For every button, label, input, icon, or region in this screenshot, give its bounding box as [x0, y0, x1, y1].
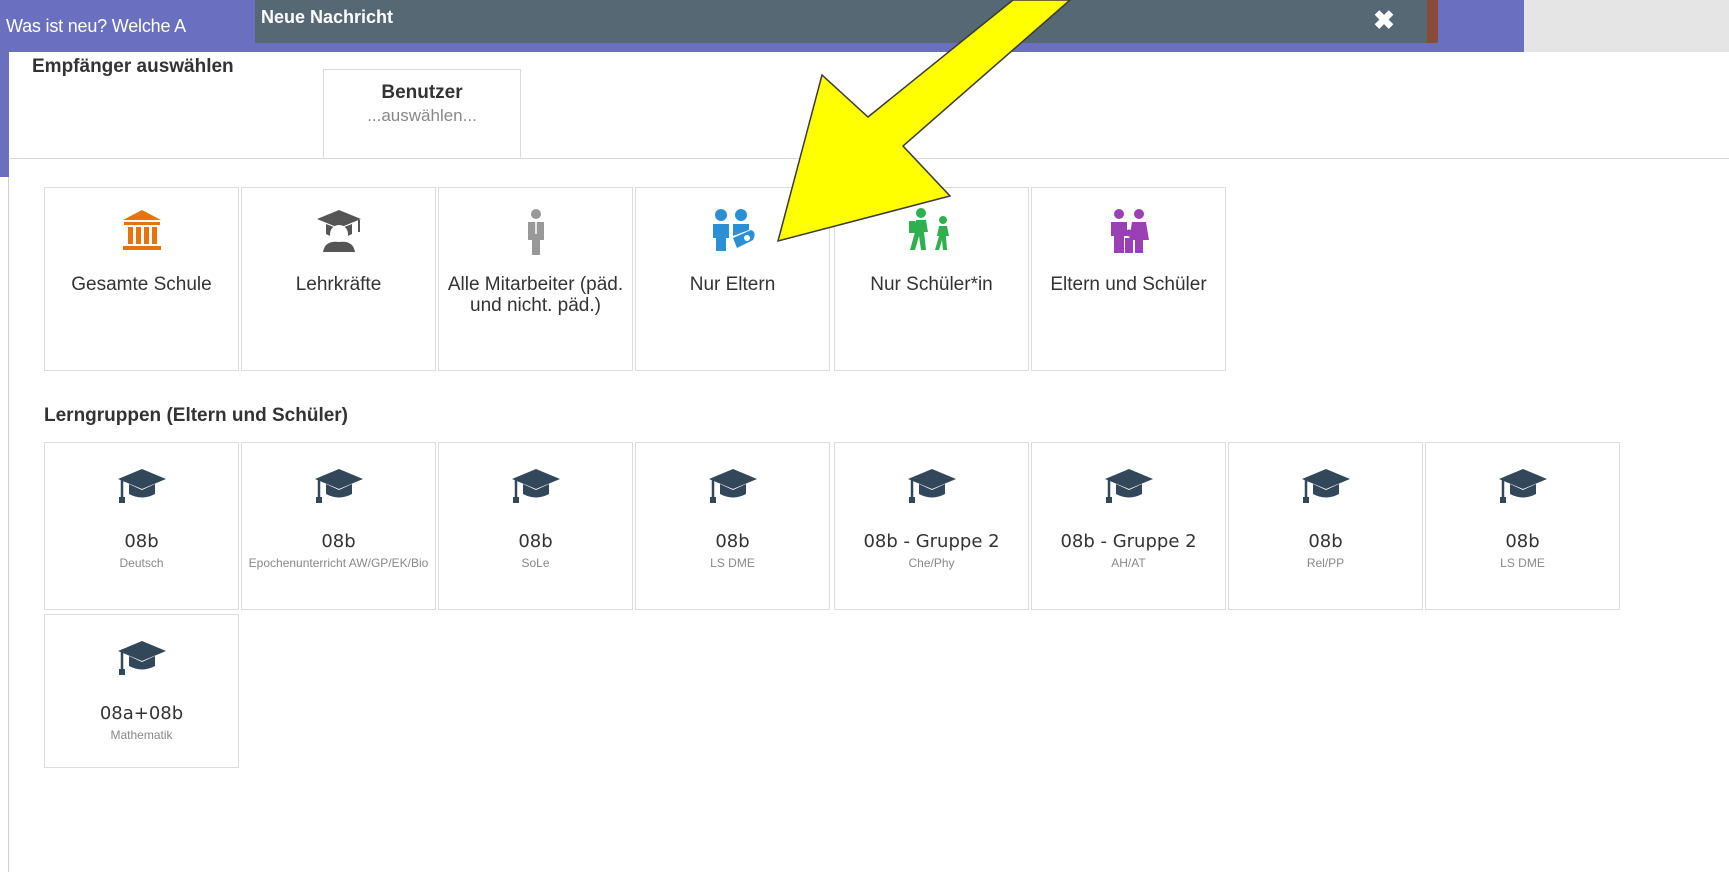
learning-groups-heading: Lerngruppen (Eltern und Schüler) — [44, 405, 349, 426]
parents-icon — [636, 208, 829, 256]
learning-group-subject: Deutsch — [119, 556, 164, 570]
learning-group-subject: AH/AT — [1111, 556, 1146, 570]
staff-icon — [439, 208, 632, 256]
learning-group-tile[interactable]: 08b - Gruppe 2 AH/AT — [1031, 442, 1226, 610]
graduation-cap-icon — [242, 467, 435, 515]
recipient-tile-alle-mitarbeiter[interactable]: Alle Mitarbeiter (päd. und nicht. päd.) — [438, 187, 633, 371]
recipient-tile-label: Alle Mitarbeiter (päd. und nicht. päd.) — [447, 274, 624, 316]
close-icon[interactable]: ✖ — [1370, 6, 1398, 34]
modal-title: Neue Nachricht — [261, 7, 394, 27]
recipient-tile-lehrkraefte[interactable]: Lehrkräfte — [241, 187, 436, 371]
learning-group-name: 08b — [1308, 531, 1343, 552]
learning-group-name: 08b - Gruppe 2 — [1060, 531, 1197, 552]
background-topbar-text: Was ist neu? Welche A — [6, 16, 186, 36]
recipient-tile-gesamte-schule[interactable]: Gesamte Schule — [44, 187, 239, 371]
learning-group-tile[interactable]: 08b LS DME — [635, 442, 830, 610]
graduation-cap-icon — [45, 467, 238, 515]
learning-group-name: 08b — [715, 531, 750, 552]
recipient-tile-eltern-und-schueler[interactable]: Eltern und Schüler — [1031, 187, 1226, 371]
learning-group-name: 08b — [321, 531, 356, 552]
recipient-tile-nur-eltern[interactable]: Nur Eltern — [635, 187, 830, 371]
learning-group-name: 08a+08b — [99, 703, 184, 724]
modal-header-edge — [1427, 0, 1438, 43]
recipient-tile-nur-schueler[interactable]: Nur Schüler*in — [834, 187, 1029, 371]
background-topbar-right — [1524, 0, 1729, 52]
modal-header: Neue Nachricht ✖ — [255, 0, 1438, 43]
recipient-tile-label: Eltern und Schüler — [1050, 274, 1207, 295]
learning-group-tile[interactable]: 08b Rel/PP — [1228, 442, 1423, 610]
learning-group-name: 08b — [1505, 531, 1540, 552]
graduation-cap-icon — [1032, 467, 1225, 515]
family-icon — [1032, 208, 1225, 256]
graduation-cap-icon — [1229, 467, 1422, 515]
graduation-cap-icon — [439, 467, 632, 515]
graduation-cap-icon — [1426, 467, 1619, 515]
learning-group-subject: Mathematik — [110, 728, 173, 742]
school-building-icon — [45, 208, 238, 256]
learning-group-subject: SoLe — [521, 556, 550, 570]
recipient-tile-label: Gesamte Schule — [71, 274, 212, 295]
tab-benutzer-subtitle: ...auswählen... — [367, 106, 477, 125]
students-walking-icon — [835, 208, 1028, 256]
graduation-cap-icon — [835, 467, 1028, 515]
learning-group-name: 08b — [124, 531, 159, 552]
tab-empfaenger-label: Empfänger auswählen — [32, 56, 234, 77]
tab-bar — [10, 105, 1729, 159]
teacher-icon — [242, 208, 435, 256]
learning-group-tile[interactable]: 08b Deutsch — [44, 442, 239, 610]
learning-group-subject: Epochenunterricht AW/GP/EK/Bio — [248, 556, 429, 570]
tab-benutzer-title: Benutzer — [381, 82, 463, 103]
learning-group-tile[interactable]: 08b - Gruppe 2 Che/Phy — [834, 442, 1029, 610]
background-left-accent — [0, 52, 9, 177]
learning-group-subject: Rel/PP — [1306, 556, 1345, 570]
recipient-tile-label: Lehrkräfte — [295, 274, 382, 295]
recipient-tile-label: Nur Eltern — [689, 274, 776, 295]
learning-group-tile[interactable]: 08b Epochenunterricht AW/GP/EK/Bio — [241, 442, 436, 610]
learning-group-subject: LS DME — [1500, 556, 1545, 570]
recipient-tile-label: Nur Schüler*in — [870, 274, 993, 295]
learning-group-name: 08b - Gruppe 2 — [863, 531, 1000, 552]
background-left-divider — [8, 177, 9, 872]
learning-group-subject: Che/Phy — [908, 556, 955, 570]
graduation-cap-icon — [45, 639, 238, 687]
learning-group-subject: LS DME — [710, 556, 755, 570]
learning-group-tile[interactable]: 08b LS DME — [1425, 442, 1620, 610]
graduation-cap-icon — [636, 467, 829, 515]
learning-group-tile[interactable]: 08a+08b Mathematik — [44, 614, 239, 768]
tab-benutzer[interactable]: Benutzer ...auswählen... — [323, 69, 521, 158]
learning-group-tile[interactable]: 08b SoLe — [438, 442, 633, 610]
learning-group-name: 08b — [518, 531, 553, 552]
